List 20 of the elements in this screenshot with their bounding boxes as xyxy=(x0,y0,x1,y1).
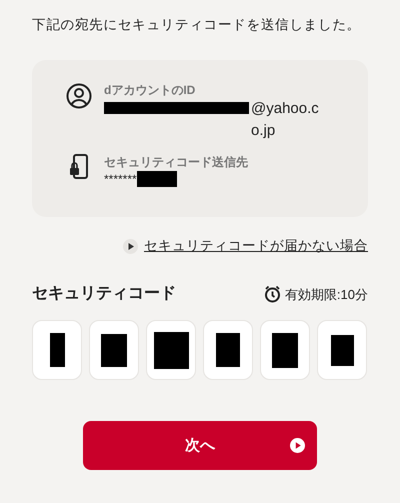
code-digit-field[interactable] xyxy=(260,320,310,380)
next-button[interactable]: 次へ xyxy=(83,421,317,470)
play-icon xyxy=(290,438,305,454)
account-id-text: @yahoo.co.jp xyxy=(251,99,320,141)
section-title: セキュリティコード xyxy=(32,284,176,304)
play-icon xyxy=(123,238,138,254)
help-link[interactable]: セキュリティコードが届かない場合 xyxy=(144,236,368,256)
user-icon xyxy=(66,83,92,109)
timer-icon xyxy=(264,285,281,304)
code-digit-field[interactable] xyxy=(203,320,253,380)
code-digit-field[interactable] xyxy=(89,320,139,380)
code-digit-field[interactable] xyxy=(317,320,367,380)
phone-lock-icon xyxy=(69,154,89,180)
instruction-text: 下記の宛先にセキュリティコードを送信しました。 xyxy=(32,16,362,34)
field-label: セキュリティコード送信先 xyxy=(104,154,248,170)
code-digit-field[interactable] xyxy=(146,320,196,380)
expiry-text: 有効期限:10分 xyxy=(284,286,368,304)
code-digit-field[interactable] xyxy=(32,320,82,380)
field-label: dアカウントのID xyxy=(104,82,196,98)
phone-number-text: ******* xyxy=(104,171,137,188)
